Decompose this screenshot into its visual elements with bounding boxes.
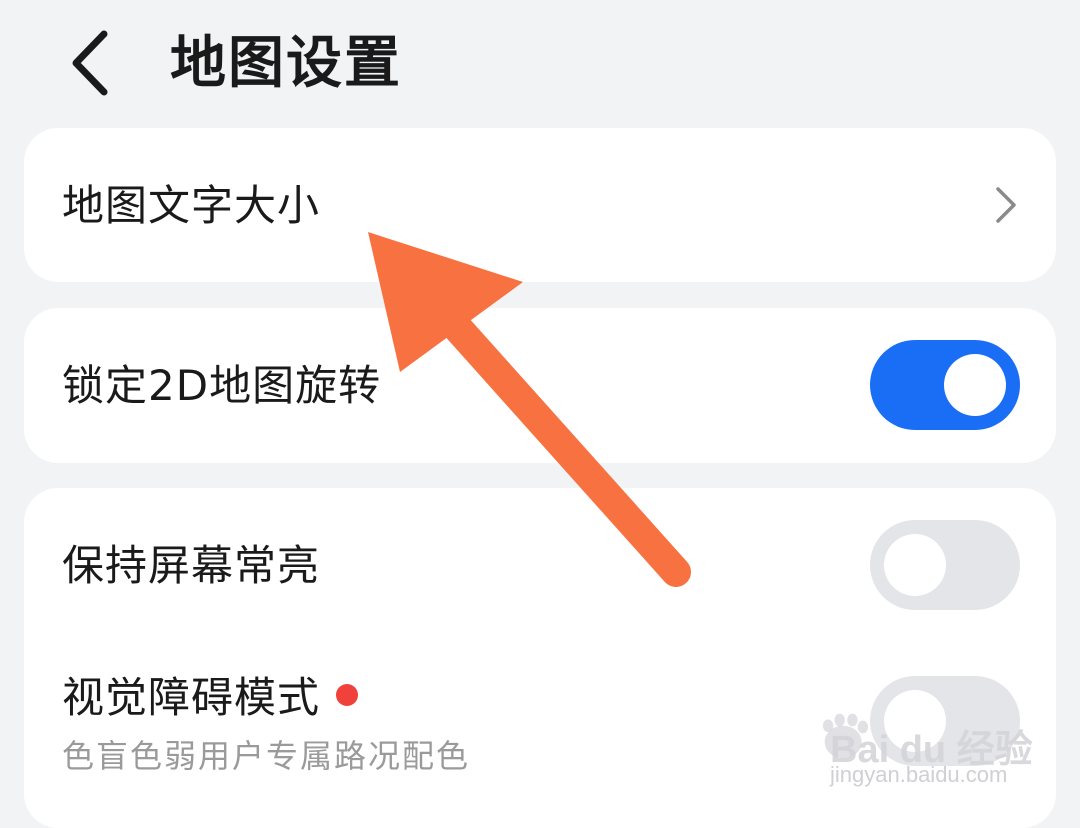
new-badge-dot bbox=[336, 683, 359, 706]
setting-label: 地图文字大小 bbox=[62, 181, 321, 230]
visual-impairment-label: 视觉障碍模式 bbox=[62, 673, 321, 722]
chevron-left-icon bbox=[72, 30, 108, 96]
lock-2d-toggle[interactable] bbox=[870, 340, 1020, 430]
toggle-knob bbox=[884, 534, 946, 596]
toggle-knob bbox=[944, 354, 1006, 416]
setting-label-keep-screen-on: 保持屏幕常亮 bbox=[62, 541, 321, 590]
chevron-right-icon bbox=[996, 187, 1016, 223]
setting-subtitle: 色盲色弱用户专属路况配色 bbox=[62, 737, 471, 775]
watermark-url: jingyan.baidu.com bbox=[830, 762, 1008, 787]
setting-label-visual-impairment: 视觉障碍模式 bbox=[62, 670, 359, 726]
back-button[interactable] bbox=[62, 28, 122, 98]
page-title: 地图设置 bbox=[170, 31, 402, 96]
app-header: 地图设置 bbox=[0, 0, 1080, 125]
setting-label: 锁定2D地图旋转 bbox=[62, 361, 382, 410]
setting-map-font-size[interactable]: 地图文字大小 bbox=[24, 128, 1056, 282]
setting-lock-2d-rotation: 锁定2D地图旋转 bbox=[24, 308, 1056, 463]
keep-screen-on-toggle[interactable] bbox=[870, 520, 1020, 610]
